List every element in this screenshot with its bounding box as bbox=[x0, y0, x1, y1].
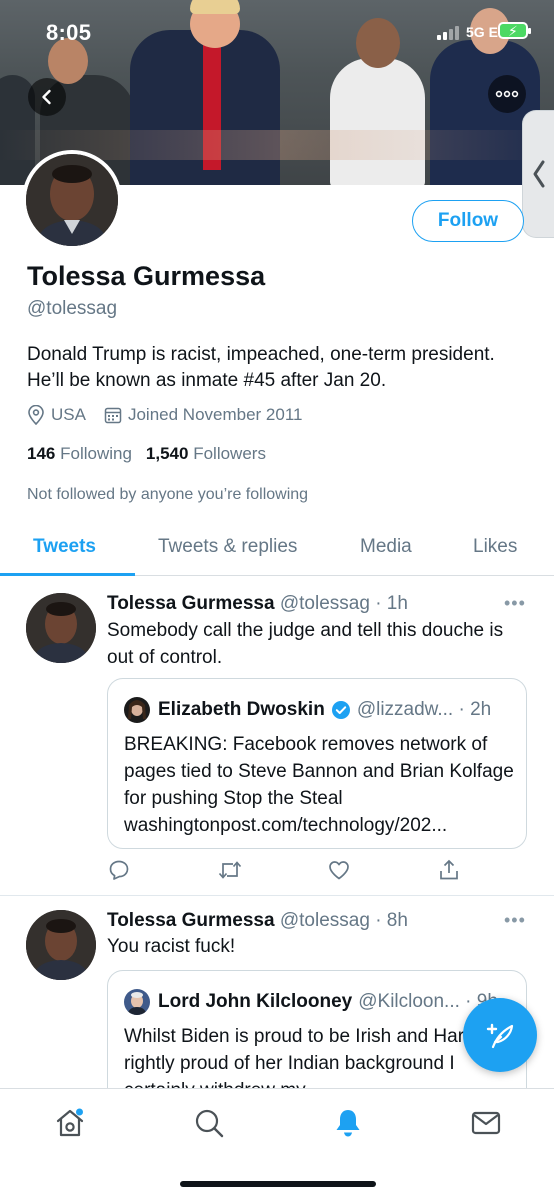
tweet-actions bbox=[107, 858, 458, 887]
search-icon[interactable] bbox=[193, 1107, 225, 1139]
tweet-more-icon[interactable]: ••• bbox=[504, 910, 526, 931]
avatar-photo bbox=[26, 154, 118, 246]
profile-meta: USA Joined November 2011 bbox=[27, 405, 320, 425]
tweet[interactable]: Tolessa Gurmessa @tolessag · 1h ••• Some… bbox=[0, 577, 554, 895]
followers-label: Followers bbox=[193, 444, 266, 463]
quoted-author-name: Lord John Kilclooney bbox=[158, 991, 353, 1012]
followers-count: 1,540 bbox=[145, 444, 189, 463]
battery-charging-icon: ⚡ bbox=[498, 22, 531, 39]
side-drawer-handle[interactable] bbox=[522, 110, 554, 238]
profile-name: Tolessa Gurmessa bbox=[27, 261, 266, 291]
status-time: 8:05 bbox=[46, 20, 92, 45]
quoted-tweet-text: Whilst Biden is proud to be Irish and Ha… bbox=[124, 1026, 503, 1088]
more-horizontal-icon bbox=[495, 90, 519, 98]
notifications-bell-icon[interactable] bbox=[332, 1107, 364, 1139]
quoted-tweet-header: Elizabeth Dwoskin @lizzadw... · 2h bbox=[124, 697, 491, 723]
quoted-tweet-meta: @lizzadw... · 2h bbox=[356, 699, 492, 720]
profile-bio: Donald Trump is racist, impeached, one-t… bbox=[27, 344, 495, 391]
cellular-signal-icon bbox=[437, 26, 463, 40]
following-label: Following bbox=[60, 444, 132, 463]
quoted-tweet[interactable]: Elizabeth Dwoskin @lizzadw... · 2h BREAK… bbox=[107, 678, 527, 849]
chevron-left-icon bbox=[42, 89, 51, 105]
tweet-author-avatar[interactable] bbox=[26, 910, 96, 980]
avatar-photo bbox=[26, 910, 96, 980]
mutual-followers-note: Not followed by anyone you’re following bbox=[27, 486, 309, 503]
profile-joined: Joined November 2011 bbox=[104, 405, 303, 425]
tweet-author-name[interactable]: Tolessa Gurmessa bbox=[107, 593, 275, 614]
calendar-icon bbox=[104, 407, 122, 424]
tab-tweets[interactable]: Tweets bbox=[33, 536, 96, 558]
tweet-header: Tolessa Gurmessa @tolessag · 1h bbox=[107, 593, 408, 615]
profile-avatar[interactable] bbox=[22, 150, 122, 250]
follow-counts: 146 Following 1,540 Followers bbox=[27, 444, 266, 464]
tab-media[interactable]: Media bbox=[360, 536, 412, 558]
location-text: USA bbox=[51, 405, 86, 424]
profile-location: USA bbox=[27, 405, 86, 425]
home-icon[interactable] bbox=[54, 1107, 86, 1139]
compose-feather-icon bbox=[486, 1023, 514, 1049]
tweet-meta: @tolessag · 1h bbox=[279, 593, 408, 614]
share-icon[interactable] bbox=[437, 858, 461, 887]
tab-tweets-and-replies[interactable]: Tweets & replies bbox=[158, 536, 297, 558]
tweet-author-name[interactable]: Tolessa Gurmessa bbox=[107, 910, 275, 931]
tweet-author-avatar[interactable] bbox=[26, 593, 96, 663]
followers-link[interactable]: 1,540 Followers bbox=[146, 444, 266, 463]
network-type: 5G E bbox=[466, 24, 498, 40]
profile-tabs: Tweets Tweets & replies Media Likes bbox=[0, 522, 554, 576]
tweet-meta: @tolessag · 8h bbox=[279, 910, 408, 931]
reply-icon[interactable] bbox=[107, 858, 131, 887]
location-pin-icon bbox=[28, 405, 44, 425]
following-count: 146 bbox=[27, 444, 56, 463]
avatar-photo bbox=[26, 593, 96, 663]
tab-likes[interactable]: Likes bbox=[473, 536, 517, 558]
verified-badge-icon bbox=[331, 701, 350, 719]
follow-button[interactable]: Follow bbox=[412, 200, 524, 242]
home-indicator bbox=[180, 1181, 376, 1187]
joined-text: Joined November 2011 bbox=[127, 405, 303, 424]
active-tab-indicator bbox=[0, 573, 135, 576]
tweet-text: Somebody call the judge and tell this do… bbox=[107, 620, 504, 668]
tweet-header: Tolessa Gurmessa @tolessag · 8h bbox=[107, 910, 408, 932]
tweet[interactable]: Tolessa Gurmessa @tolessag · 8h ••• You … bbox=[0, 896, 554, 1088]
chevron-left-icon bbox=[533, 160, 544, 188]
back-button[interactable] bbox=[28, 78, 66, 116]
quoted-tweet-text: BREAKING: Facebook removes network of pa… bbox=[124, 734, 514, 836]
quoted-author-name: Elizabeth Dwoskin bbox=[158, 699, 325, 720]
following-link[interactable]: 146 Following bbox=[27, 444, 132, 463]
profile-handle: @tolessag bbox=[27, 298, 118, 319]
like-heart-icon[interactable] bbox=[327, 858, 351, 887]
compose-tweet-button[interactable] bbox=[463, 998, 537, 1072]
messages-icon[interactable] bbox=[470, 1107, 502, 1139]
quoted-author-avatar bbox=[124, 697, 150, 723]
more-options-button[interactable] bbox=[488, 75, 526, 113]
tweet-more-icon[interactable]: ••• bbox=[504, 593, 526, 614]
quoted-author-avatar bbox=[124, 989, 150, 1015]
tweet-text: You racist fuck! bbox=[107, 936, 236, 957]
retweet-icon[interactable] bbox=[217, 858, 243, 887]
status-bar: 8:05 5G E ⚡ bbox=[0, 0, 554, 62]
quoted-tweet-header: Lord John Kilclooney @Kilcloon... · 9h bbox=[124, 989, 498, 1015]
